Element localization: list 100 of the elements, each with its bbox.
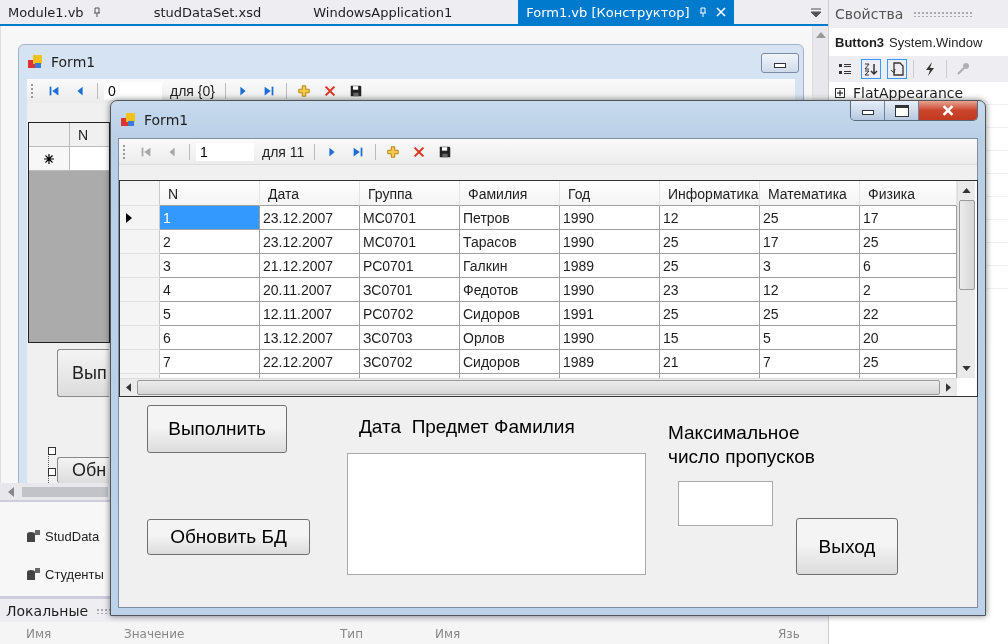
table-cell[interactable]: 4 [160, 278, 260, 302]
table-cell[interactable]: 1990 [560, 230, 660, 254]
table-cell[interactable]: Сидоров [460, 302, 560, 326]
property-name[interactable]: FlatAppearance [853, 85, 964, 101]
form-button[interactable]: Вып [57, 349, 109, 397]
pin-icon[interactable] [91, 7, 102, 17]
table-cell[interactable]: 20.11.2007 [260, 278, 360, 302]
table-cell[interactable]: Федотов [460, 278, 560, 302]
table-cell[interactable]: 7 [160, 350, 260, 374]
sort-icon[interactable] [861, 59, 881, 79]
table-cell[interactable]: РС0701 [360, 254, 460, 278]
close-icon[interactable] [715, 7, 726, 17]
dropdown-icon[interactable] [810, 8, 822, 18]
table-cell[interactable]: Орлов [460, 326, 560, 350]
table-cell[interactable]: 23.12.2007 [260, 230, 360, 254]
vertical-scrollbar[interactable] [957, 181, 975, 378]
table-cell[interactable]: 12 [660, 206, 760, 230]
skip-to-start-icon[interactable] [47, 84, 61, 98]
minimize-icon[interactable] [861, 110, 874, 115]
table-cell[interactable]: 25 [660, 230, 760, 254]
table-cell[interactable]: 2 [160, 230, 260, 254]
table-cell[interactable]: ЗС0702 [360, 350, 460, 374]
column-header[interactable]: N [70, 123, 109, 147]
column-header[interactable]: Информатика [660, 181, 760, 206]
table-cell[interactable]: ЗС0703 [360, 326, 460, 350]
table-cell[interactable]: 12 [760, 278, 860, 302]
table-cell[interactable]: 3 [760, 254, 860, 278]
maximize-button[interactable] [885, 101, 919, 120]
table-cell[interactable]: Тарасов [460, 230, 560, 254]
table-cell[interactable]: 6 [160, 326, 260, 350]
maximize-icon[interactable] [894, 104, 909, 117]
plus-icon[interactable] [386, 144, 401, 159]
table-cell[interactable]: 21.12.2007 [260, 254, 360, 278]
table-cell[interactable]: 1990 [560, 278, 660, 302]
horizontal-scrollbar[interactable] [0, 483, 108, 500]
document-tab[interactable]: WindowsApplication1 [305, 0, 461, 24]
update-button[interactable]: Обновить БД [147, 519, 310, 555]
component-label[interactable]: StudData [45, 528, 100, 544]
cross-icon[interactable] [412, 144, 427, 159]
table-cell[interactable]: 23.12.2007 [260, 206, 360, 230]
table-cell[interactable]: 25 [760, 206, 860, 230]
horizontal-scrollbar[interactable] [120, 378, 957, 396]
column-header[interactable]: N [160, 181, 260, 206]
table-cell[interactable]: 25 [660, 302, 760, 326]
table-cell[interactable]: 1991 [560, 302, 660, 326]
table-cell[interactable]: 3 [160, 254, 260, 278]
vertical-scrollbar[interactable] [812, 26, 828, 96]
row-header[interactable] [120, 206, 160, 230]
position-field[interactable]: 0 [104, 82, 162, 100]
table-cell[interactable]: 1990 [560, 206, 660, 230]
column-header[interactable]: Математика [760, 181, 860, 206]
column-header[interactable]: Фамилия [460, 181, 560, 206]
table-cell[interactable]: 25 [760, 302, 860, 326]
scroll-up-icon[interactable] [962, 188, 971, 193]
input-field[interactable] [678, 481, 773, 526]
row-header[interactable] [29, 147, 70, 171]
table-cell[interactable]: 17 [760, 230, 860, 254]
table-cell[interactable]: 21 [660, 350, 760, 374]
table-cell[interactable]: Сидоров [460, 350, 560, 374]
component-label[interactable]: Студенты [45, 566, 104, 582]
table-cell[interactable]: РС0702 [360, 302, 460, 326]
table-cell[interactable]: МС0701 [360, 230, 460, 254]
minimize-icon[interactable] [774, 62, 786, 68]
table-cell[interactable]: Петров [460, 206, 560, 230]
close-icon[interactable] [941, 105, 955, 116]
table-cell[interactable]: МС0701 [360, 206, 460, 230]
table-cell[interactable]: 5 [760, 326, 860, 350]
cross-icon[interactable] [322, 84, 337, 98]
run-button[interactable]: Выполнить [147, 405, 287, 453]
position-field[interactable]: 1 [196, 142, 254, 161]
minimize-button[interactable] [761, 53, 799, 73]
table-cell[interactable]: 1990 [560, 326, 660, 350]
table-cell[interactable]: 12.11.2007 [260, 302, 360, 326]
scroll-right-icon[interactable] [946, 383, 951, 392]
column-header[interactable]: Дата [260, 181, 360, 206]
plus-icon[interactable] [296, 84, 311, 98]
column-header[interactable]: Группа [360, 181, 460, 206]
scroll-left-icon[interactable] [126, 383, 131, 392]
column-header[interactable]: Физика [860, 181, 957, 206]
table-cell[interactable]: 5 [160, 302, 260, 326]
column-header[interactable]: Год [560, 181, 660, 206]
close-button[interactable] [919, 101, 977, 120]
exit-button[interactable]: Выход [796, 518, 898, 575]
selection-frame[interactable] [48, 448, 56, 483]
table-cell[interactable]: 1989 [560, 350, 660, 374]
document-tab[interactable]: studDataSet.xsd [145, 0, 270, 24]
form-button[interactable]: Обн [57, 457, 109, 483]
document-tab[interactable]: Module1.vb [0, 0, 110, 24]
pin-icon[interactable] [697, 7, 708, 17]
minimize-button[interactable] [851, 101, 885, 120]
expand-icon[interactable] [835, 88, 845, 98]
page-icon[interactable] [887, 59, 907, 79]
table-cell[interactable]: Галкин [460, 254, 560, 278]
table-cell[interactable]: 1989 [560, 254, 660, 278]
table-cell[interactable]: 15 [660, 326, 760, 350]
document-tab[interactable]: Form1.vb [Конструктор] [518, 0, 734, 24]
table-cell[interactable]: ЗС0701 [360, 278, 460, 302]
list-box[interactable] [347, 453, 646, 575]
table-cell[interactable]: 7 [760, 350, 860, 374]
table-cell[interactable]: 22.12.2007 [260, 350, 360, 374]
